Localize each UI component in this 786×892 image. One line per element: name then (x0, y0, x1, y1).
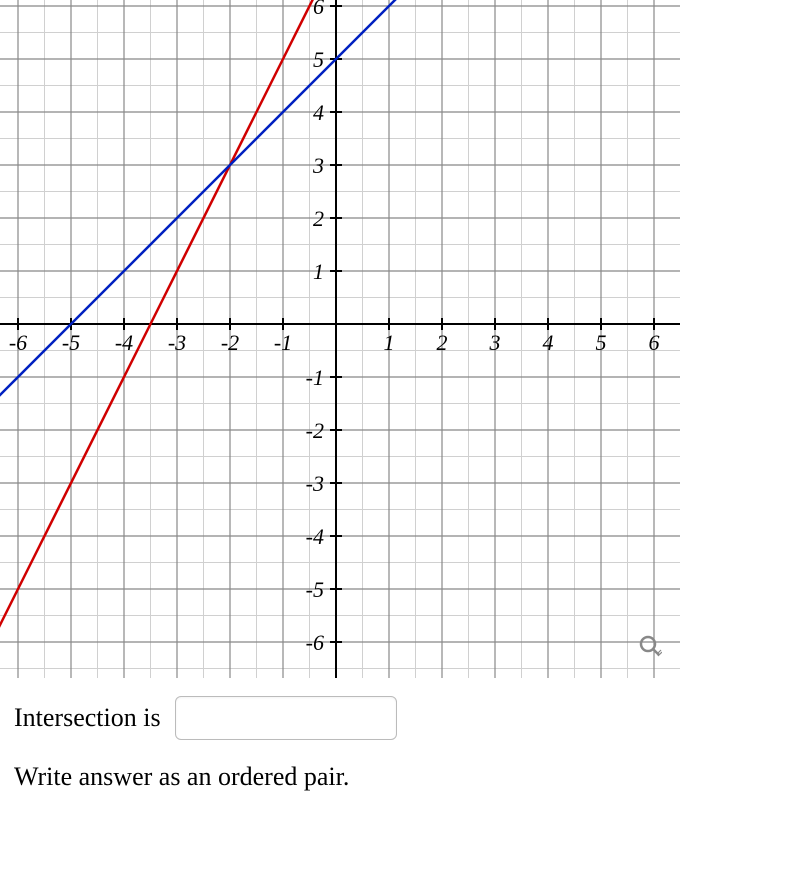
svg-text:3: 3 (312, 153, 324, 178)
svg-text:2: 2 (437, 330, 448, 355)
svg-text:6: 6 (313, 0, 324, 19)
svg-text:-4: -4 (115, 330, 133, 355)
magnify-icon[interactable] (638, 634, 662, 658)
svg-text:-2: -2 (221, 330, 239, 355)
svg-text:-4: -4 (306, 524, 324, 549)
svg-text:2: 2 (313, 206, 324, 231)
intersection-input[interactable] (175, 696, 397, 740)
svg-text:-1: -1 (274, 330, 292, 355)
svg-text:5: 5 (596, 330, 607, 355)
svg-text:3: 3 (489, 330, 501, 355)
svg-text:-5: -5 (306, 577, 324, 602)
svg-text:4: 4 (313, 100, 324, 125)
svg-text:6: 6 (649, 330, 660, 355)
coordinate-graph: -6 -5 -4 -3 -2 -1 1 2 3 4 5 6 -6 -5 -4 -3 -2 -1 1 2 3 4 5 6 (0, 0, 680, 678)
svg-text:-3: -3 (168, 330, 186, 355)
prompt-label: Intersection is (14, 703, 161, 733)
svg-text:1: 1 (313, 259, 324, 284)
instruction-text: Write answer as an ordered pair. (14, 762, 786, 792)
svg-text:-2: -2 (306, 418, 324, 443)
svg-text:-6: -6 (306, 630, 324, 655)
svg-text:5: 5 (313, 47, 324, 72)
svg-text:-1: -1 (306, 365, 324, 390)
answer-row: Intersection is (14, 696, 786, 740)
svg-text:-5: -5 (62, 330, 80, 355)
svg-text:-3: -3 (306, 471, 324, 496)
svg-text:4: 4 (543, 330, 554, 355)
svg-text:-6: -6 (9, 330, 27, 355)
graph-svg: -6 -5 -4 -3 -2 -1 1 2 3 4 5 6 -6 -5 -4 -3 -2 -1 1 2 3 4 5 6 (0, 0, 680, 678)
svg-text:1: 1 (384, 330, 395, 355)
